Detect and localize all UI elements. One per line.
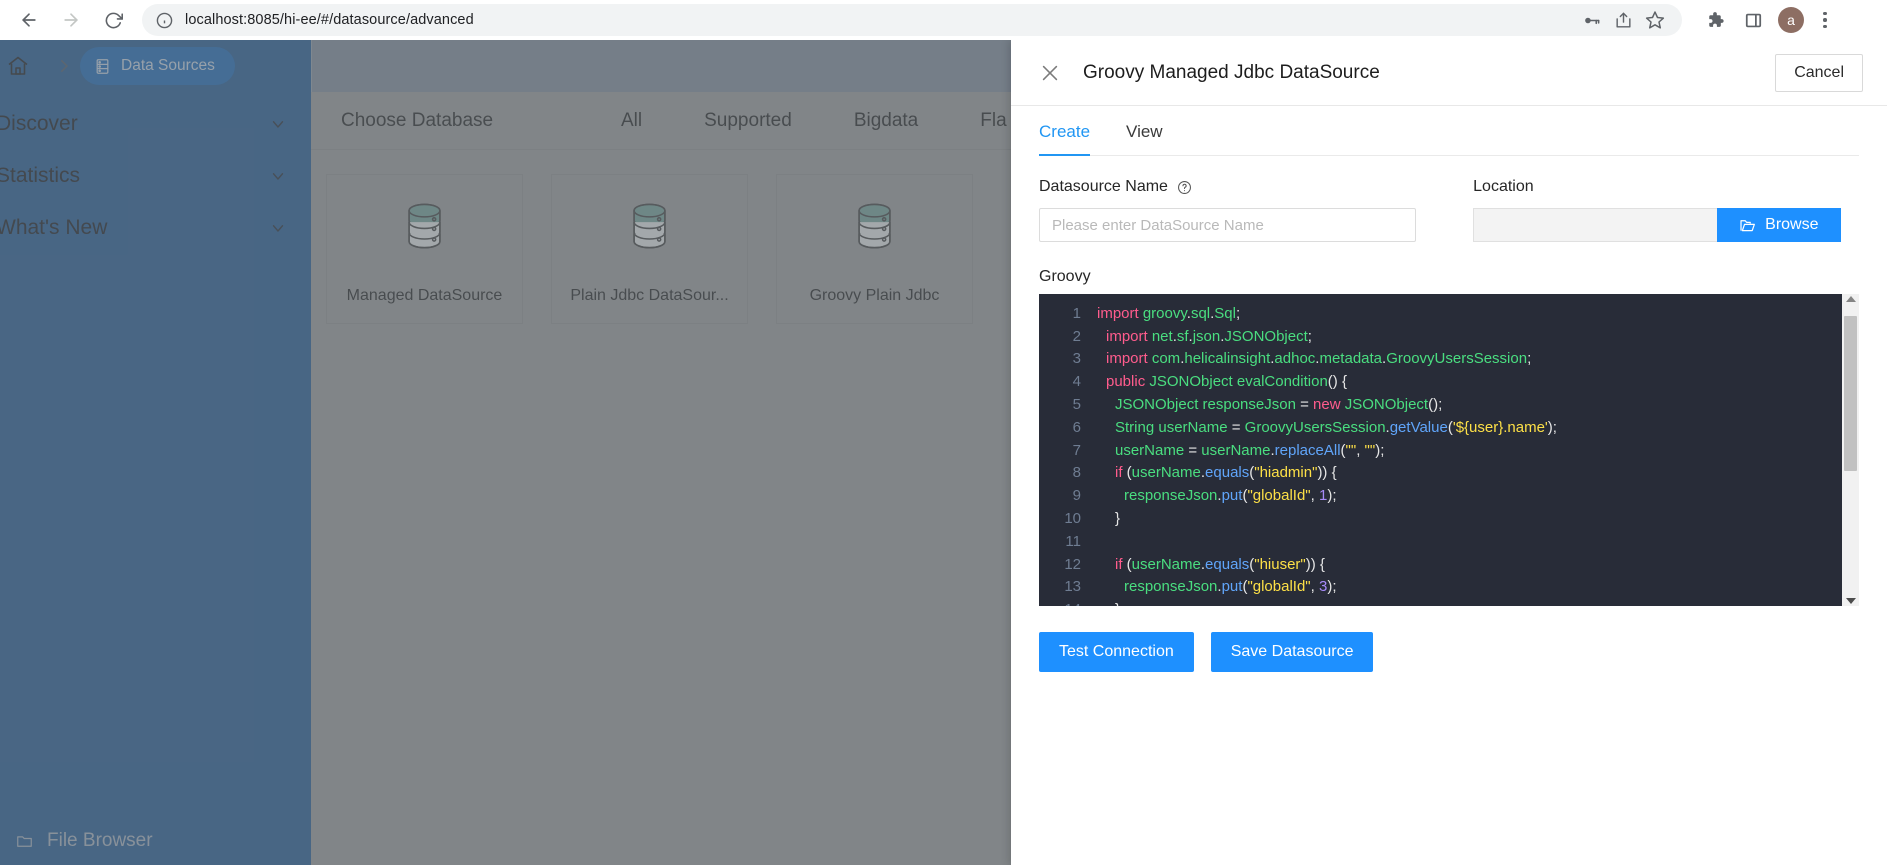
line-number: 1 [1072, 304, 1081, 322]
modal-body: Create View Datasource Name Location [1011, 106, 1887, 672]
datasource-name-label: Datasource Name [1039, 178, 1446, 196]
tab-create[interactable]: Create [1039, 122, 1091, 156]
code-line: 6 String userName = GroovyUsersSession.ge… [1039, 416, 1842, 439]
kebab-menu-icon[interactable] [1812, 11, 1838, 29]
field-label-text: Datasource Name [1039, 178, 1168, 195]
datasource-modal: Groovy Managed Jdbc DataSource Cancel Cr… [1011, 40, 1887, 865]
code-line: 11 [1039, 530, 1842, 553]
browse-label: Browse [1765, 216, 1819, 233]
code-editor-scroll-thumb[interactable] [1844, 316, 1857, 471]
save-datasource-button[interactable]: Save Datasource [1210, 632, 1374, 672]
code-line: 3 import com.helicalinsight.adhoc.metadat… [1039, 348, 1842, 371]
share-icon[interactable] [1610, 7, 1636, 33]
scroll-down-arrow-icon[interactable] [1845, 598, 1856, 604]
page-title: Groovy Managed Jdbc DataSource [1083, 61, 1380, 83]
line-number: 14 [1039, 601, 1081, 606]
field-label-text: Location [1473, 178, 1534, 195]
groovy-code-editor[interactable]: 1 import groovy.sql.Sql; 2 import net.sf.js… [1039, 294, 1859, 606]
code-line: 8 if (userName.equals("hiadmin")) { [1039, 462, 1842, 485]
url-text: localhost:8085/hi-ee/#/datasource/advanc… [185, 12, 474, 28]
code-line: 9 responseJson.put("globalId", 1); [1039, 484, 1842, 507]
code-text: JSONObject responseJson = new JSONObject… [1115, 396, 1443, 414]
line-number: 11 [1065, 532, 1081, 550]
code-text: } [1097, 601, 1120, 606]
code-text: userName = userName.replaceAll("", ""); [1115, 441, 1385, 459]
code-lines[interactable]: 1 import groovy.sql.Sql; 2 import net.sf.js… [1039, 294, 1842, 606]
key-icon[interactable] [1578, 7, 1604, 33]
line-number: 13 [1064, 578, 1081, 596]
browser-toolbar: localhost:8085/hi-ee/#/datasource/advanc… [0, 0, 1887, 40]
browse-button[interactable]: Browse [1717, 208, 1841, 242]
close-x-icon[interactable] [1039, 62, 1061, 84]
avatar[interactable]: a [1778, 7, 1804, 33]
datasource-name-input[interactable] [1039, 208, 1416, 242]
line-number: 7 [1072, 441, 1081, 459]
line-number: 8 [1072, 464, 1081, 482]
back-arrow-icon[interactable] [12, 3, 46, 37]
line-number: 4 [1072, 373, 1081, 391]
modal-tabstrip: Create View [1039, 106, 1859, 156]
code-text: import groovy.sql.Sql; [1097, 304, 1241, 322]
line-number: 6 [1072, 418, 1081, 436]
code-text: if (userName.equals("hiuser")) { [1115, 555, 1325, 573]
line-number: 12 [1064, 555, 1081, 573]
code-line: 13 responseJson.put("globalId", 3); [1039, 576, 1842, 599]
datasource-name-group: Datasource Name [1039, 178, 1446, 242]
line-number: 10 [1064, 510, 1081, 528]
code-line: 10} [1039, 507, 1842, 530]
folder-open-icon [1739, 218, 1756, 233]
address-bar[interactable]: localhost:8085/hi-ee/#/datasource/advanc… [142, 4, 1682, 36]
forward-arrow-icon[interactable] [54, 3, 88, 37]
code-line: 7 userName = userName.replaceAll("", ""); [1039, 439, 1842, 462]
tab-view[interactable]: View [1126, 122, 1163, 156]
line-number: 9 [1072, 487, 1081, 505]
browser-actions: a [1692, 5, 1846, 35]
line-number: 3 [1072, 350, 1081, 368]
modal-header: Groovy Managed Jdbc DataSource Cancel [1011, 40, 1887, 106]
test-connection-button[interactable]: Test Connection [1039, 632, 1194, 672]
question-circle-icon[interactable] [1177, 180, 1192, 195]
groovy-section-label: Groovy [1039, 268, 1091, 285]
form-row: Datasource Name Location [1039, 156, 1859, 242]
scroll-up-arrow-icon[interactable] [1845, 296, 1856, 302]
code-text: public JSONObject evalCondition() { [1106, 373, 1347, 391]
line-number: 2 [1072, 327, 1081, 345]
cancel-button[interactable]: Cancel [1775, 53, 1863, 92]
modal-actions: Test Connection Save Datasource [1039, 632, 1859, 672]
location-group: Location Browse [1473, 178, 1859, 242]
star-icon[interactable] [1642, 7, 1668, 33]
code-text: import net.sf.json.JSONObject; [1106, 327, 1312, 345]
code-text: if (userName.equals("hiadmin")) { [1115, 464, 1337, 482]
code-line: 2 import net.sf.json.JSONObject; [1039, 325, 1842, 348]
info-circle-icon[interactable] [156, 12, 173, 29]
code-text: String userName = GroovyUsersSession.get… [1115, 418, 1557, 436]
reload-icon[interactable] [96, 3, 130, 37]
location-input[interactable] [1473, 208, 1718, 242]
code-text: } [1115, 510, 1121, 528]
code-line: 5 JSONObject responseJson = new JSONObjec… [1039, 393, 1842, 416]
code-text: responseJson.put("globalId", 3); [1124, 578, 1337, 596]
line-number: 5 [1072, 396, 1081, 414]
code-line: 4 public JSONObject evalCondition() { [1039, 370, 1842, 393]
code-line: 14} [1039, 598, 1842, 606]
application-root: Data Sources Discover Statistics What's … [0, 40, 1887, 865]
code-text: responseJson.put("globalId", 1); [1124, 487, 1337, 505]
side-panel-icon[interactable] [1738, 5, 1768, 35]
location-label: Location [1473, 178, 1859, 196]
code-text: import com.helicalinsight.adhoc.metadata… [1106, 350, 1532, 368]
code-line: 1 import groovy.sql.Sql; [1039, 302, 1842, 325]
puzzle-piece-icon[interactable] [1700, 5, 1730, 35]
code-line: 12 if (userName.equals("hiuser")) { [1039, 553, 1842, 576]
